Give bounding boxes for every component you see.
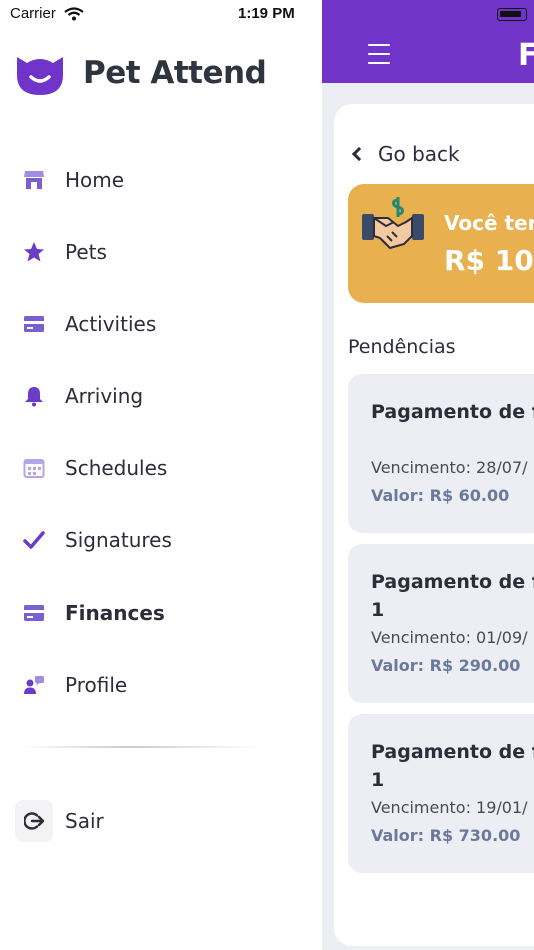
menu-item-activities[interactable]: Activities [0, 299, 322, 349]
bill-card[interactable]: Pagamento de fa 1 Vencimento: 28/07/ Val… [348, 374, 534, 533]
bell-icon [22, 384, 46, 408]
chevron-left-icon [351, 146, 367, 162]
menu-label: Profile [65, 673, 128, 697]
menu-label: Arriving [65, 384, 144, 408]
handshake-money-icon [362, 197, 424, 250]
bill-due-date: Vencimento: 01/09/ [371, 628, 528, 647]
menu-label: Activities [65, 312, 157, 336]
pendencias-title: Pendências [348, 336, 456, 358]
menu-item-arriving[interactable]: Arriving [0, 371, 322, 421]
menu-divider [22, 746, 258, 748]
go-back-button[interactable]: Go back [350, 142, 460, 166]
status-time: 1:19 PM [238, 5, 295, 22]
hamburger-menu-icon[interactable] [368, 44, 390, 66]
star-icon [22, 240, 46, 264]
header-title: F [518, 38, 534, 73]
menu-item-signatures[interactable]: Signatures [0, 515, 322, 565]
logout-button[interactable]: Sair [15, 800, 295, 842]
bill-title: Pagamento de fa 1 [371, 401, 534, 423]
menu-item-home[interactable]: Home [0, 155, 322, 205]
menu-label: Signatures [65, 528, 172, 552]
bill-title: Pagamento de fa de 1 [371, 741, 534, 791]
bill-title: Pagamento de fa de 1 [371, 571, 534, 621]
menu-label: Pets [65, 240, 107, 264]
menu-item-profile[interactable]: Profile [0, 660, 322, 710]
user-chat-icon [22, 673, 46, 697]
menu-label: Home [65, 168, 125, 192]
carrier-label: Carrier [10, 5, 56, 22]
bill-value: Valor: R$ 730.00 [371, 826, 521, 845]
pet-logo-icon [17, 57, 63, 95]
brand-name: Pet Attend [83, 55, 267, 91]
menu-item-finances[interactable]: Finances [0, 588, 322, 638]
logout-icon [15, 800, 53, 842]
go-back-label: Go back [378, 142, 460, 166]
finances-screen: F Go back Você ter R$ 108 Pendências Pag… [322, 0, 534, 950]
battery-icon [497, 8, 527, 21]
balance-amount: R$ 108 [444, 244, 534, 277]
card-icon [22, 601, 46, 625]
bill-value: Valor: R$ 60.00 [371, 486, 510, 505]
wifi-icon [64, 6, 84, 20]
bill-due-date: Vencimento: 19/01/ [371, 798, 528, 817]
balance-message: Você ter [444, 211, 534, 235]
bill-card[interactable]: Pagamento de fa de 1 Vencimento: 19/01/ … [348, 714, 534, 873]
status-carrier: Carrier [10, 5, 84, 22]
balance-card: Você ter R$ 108 [348, 184, 534, 303]
menu-label: Schedules [65, 456, 168, 480]
store-icon [22, 168, 46, 192]
menu-item-schedules[interactable]: Schedules [0, 443, 322, 493]
content-panel: Go back Você ter R$ 108 Pendências Pagam… [334, 104, 534, 946]
bill-card[interactable]: Pagamento de fa de 1 Vencimento: 01/09/ … [348, 544, 534, 703]
card-icon [22, 312, 46, 336]
bill-value: Valor: R$ 290.00 [371, 656, 521, 675]
logout-label: Sair [65, 809, 104, 833]
menu-label: Finances [65, 601, 165, 625]
navigation-drawer: Carrier 1:19 PM Pet Attend Home Pets Act… [0, 0, 322, 950]
bill-due-date: Vencimento: 28/07/ [371, 458, 528, 477]
menu-item-pets[interactable]: Pets [0, 227, 322, 277]
check-icon [22, 528, 46, 552]
app-header: F [322, 0, 534, 83]
calendar-icon [22, 456, 46, 480]
